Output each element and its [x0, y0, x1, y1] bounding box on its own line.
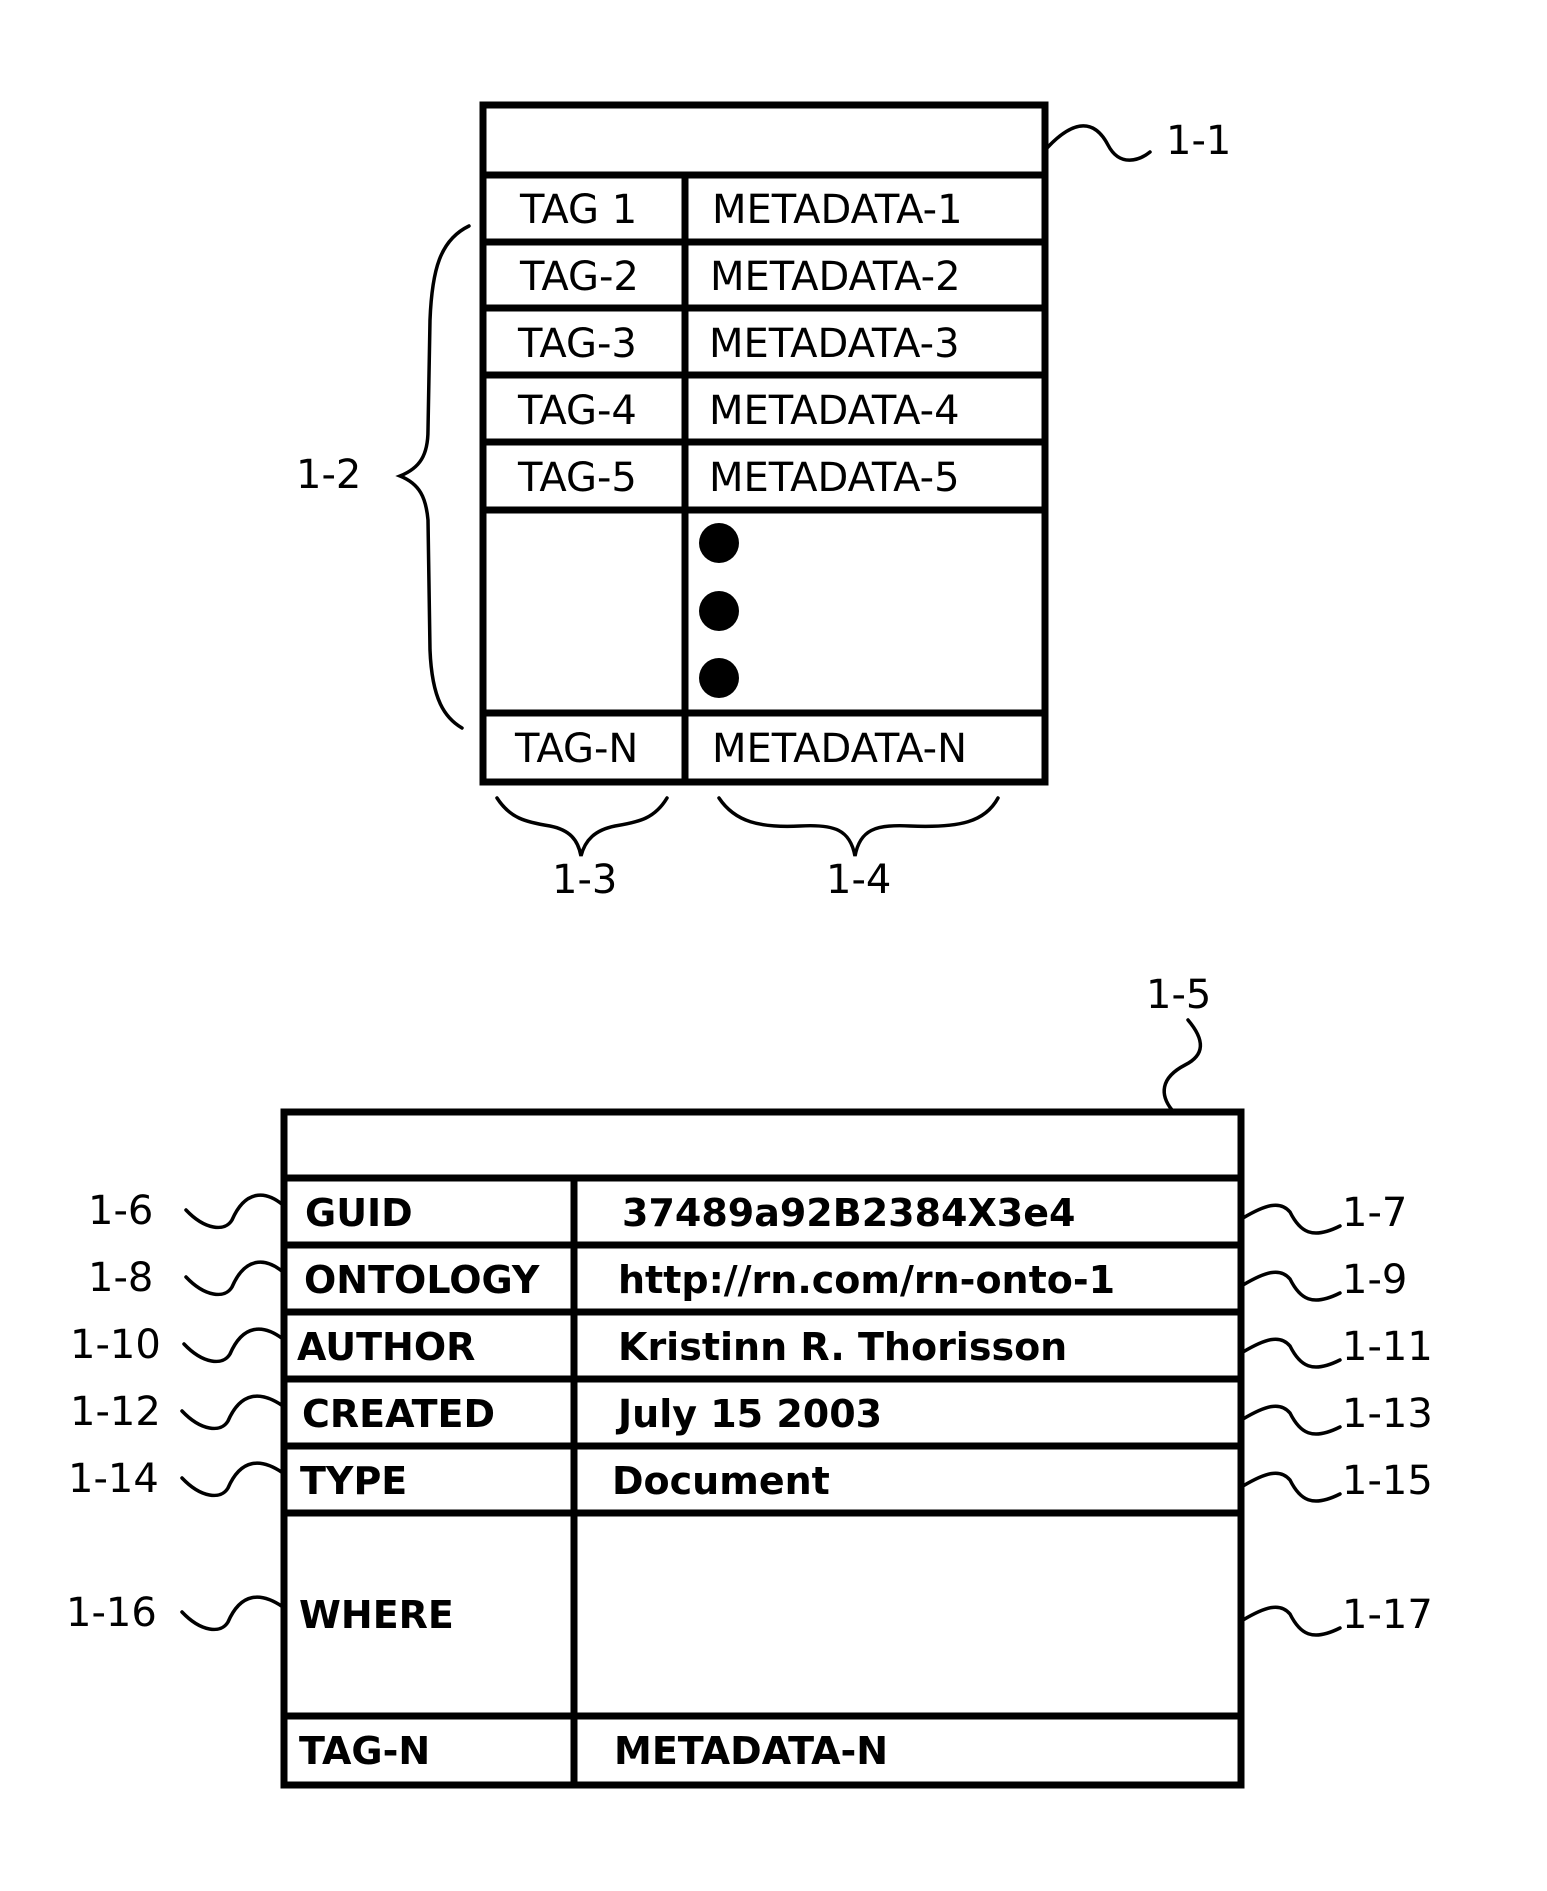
right-callouts: 1-7 1-9 1-11 1-13 1-15 1-17 — [1241, 1190, 1433, 1638]
ref-label-1-10: 1-10 — [70, 1322, 161, 1368]
ref-label-1-2: 1-2 — [296, 452, 361, 498]
tag-cell: TAG 1 — [519, 187, 637, 233]
top-record-table: TAG 1 METADATA-1 TAG-2 METADATA-2 TAG-3 … — [479, 101, 1049, 786]
tag-cell: WHERE — [299, 1593, 454, 1637]
metadata-cell: METADATA-4 — [709, 388, 960, 434]
metadata-cell: METADATA-2 — [710, 254, 961, 300]
tag-cell: TYPE — [300, 1459, 407, 1503]
ref-label-1-3: 1-3 — [552, 857, 617, 903]
callout-squiggle — [180, 1461, 285, 1498]
callout-squiggle — [182, 1327, 285, 1364]
callout-squiggle — [180, 1394, 285, 1431]
value-cell: Document — [612, 1459, 830, 1503]
tag-cell: TAG-5 — [517, 455, 637, 501]
callout-squiggle — [1241, 1203, 1342, 1235]
ellipsis-dot — [699, 523, 739, 563]
tag-cell: TAG-N — [299, 1729, 430, 1773]
callout-squiggle — [184, 1193, 285, 1230]
callout-squiggle — [1241, 1605, 1342, 1637]
callout-squiggle — [1241, 1471, 1342, 1503]
ref-label-1-1: 1-1 — [1166, 118, 1231, 164]
callout-squiggle — [1241, 1404, 1342, 1436]
value-cell: Kristinn R. Thorisson — [618, 1325, 1067, 1369]
ellipsis-dot — [699, 658, 739, 698]
ref-label-1-8: 1-8 — [88, 1255, 153, 1301]
ref-label-1-12: 1-12 — [70, 1389, 161, 1435]
ref-label-1-11: 1-11 — [1342, 1324, 1433, 1370]
ref-label-1-17: 1-17 — [1342, 1592, 1433, 1638]
left-callouts: 1-6 1-8 1-10 1-12 1-14 1-16 — [66, 1188, 285, 1636]
tag-column-brace — [495, 796, 669, 857]
tag-cell: TAG-N — [514, 726, 638, 772]
callout-squiggle — [1241, 1270, 1342, 1302]
tag-cell: GUID — [305, 1191, 413, 1235]
ellipsis-dot — [699, 591, 739, 631]
rows-brace — [395, 224, 471, 730]
callout-squiggle — [1241, 1337, 1342, 1369]
ref-label-1-6: 1-6 — [88, 1188, 153, 1234]
callout-squiggle — [180, 1595, 285, 1632]
value-cell: METADATA-N — [614, 1729, 888, 1773]
tag-cell: CREATED — [302, 1392, 495, 1436]
tag-cell: AUTHOR — [297, 1325, 475, 1369]
metadata-cell: METADATA-1 — [712, 187, 963, 233]
metadata-cell: METADATA-3 — [709, 321, 960, 367]
tag-cell: ONTOLOGY — [304, 1258, 540, 1302]
callout-squiggle — [1045, 124, 1152, 162]
ref-label-1-15: 1-15 — [1342, 1458, 1433, 1504]
metadata-column-brace — [717, 796, 1000, 857]
tag-cell: TAG-4 — [517, 388, 637, 434]
ref-label-1-13: 1-13 — [1342, 1391, 1433, 1437]
tag-cell: TAG-3 — [517, 321, 637, 367]
value-cell: 37489a92B2384X3e4 — [622, 1191, 1075, 1235]
callout-squiggle — [184, 1260, 285, 1297]
value-cell: July 15 2003 — [615, 1392, 882, 1436]
metadata-cell: METADATA-N — [712, 726, 967, 772]
value-cell: http://rn.com/rn-onto-1 — [618, 1258, 1115, 1302]
metadata-cell: METADATA-5 — [709, 455, 960, 501]
ref-label-1-9: 1-9 — [1342, 1257, 1407, 1303]
bottom-record-table: GUID 37489a92B2384X3e4 ONTOLOGY http://r… — [280, 1108, 1245, 1789]
callout-squiggle — [1162, 1018, 1203, 1112]
ref-label-1-14: 1-14 — [68, 1456, 159, 1502]
metadata-record-diagram: TAG 1 METADATA-1 TAG-2 METADATA-2 TAG-3 … — [66, 101, 1433, 1789]
ref-label-1-7: 1-7 — [1342, 1190, 1407, 1236]
tag-cell: TAG-2 — [519, 254, 639, 300]
ref-label-1-5: 1-5 — [1146, 972, 1211, 1018]
ref-label-1-16: 1-16 — [66, 1590, 157, 1636]
ref-label-1-4: 1-4 — [826, 857, 891, 903]
